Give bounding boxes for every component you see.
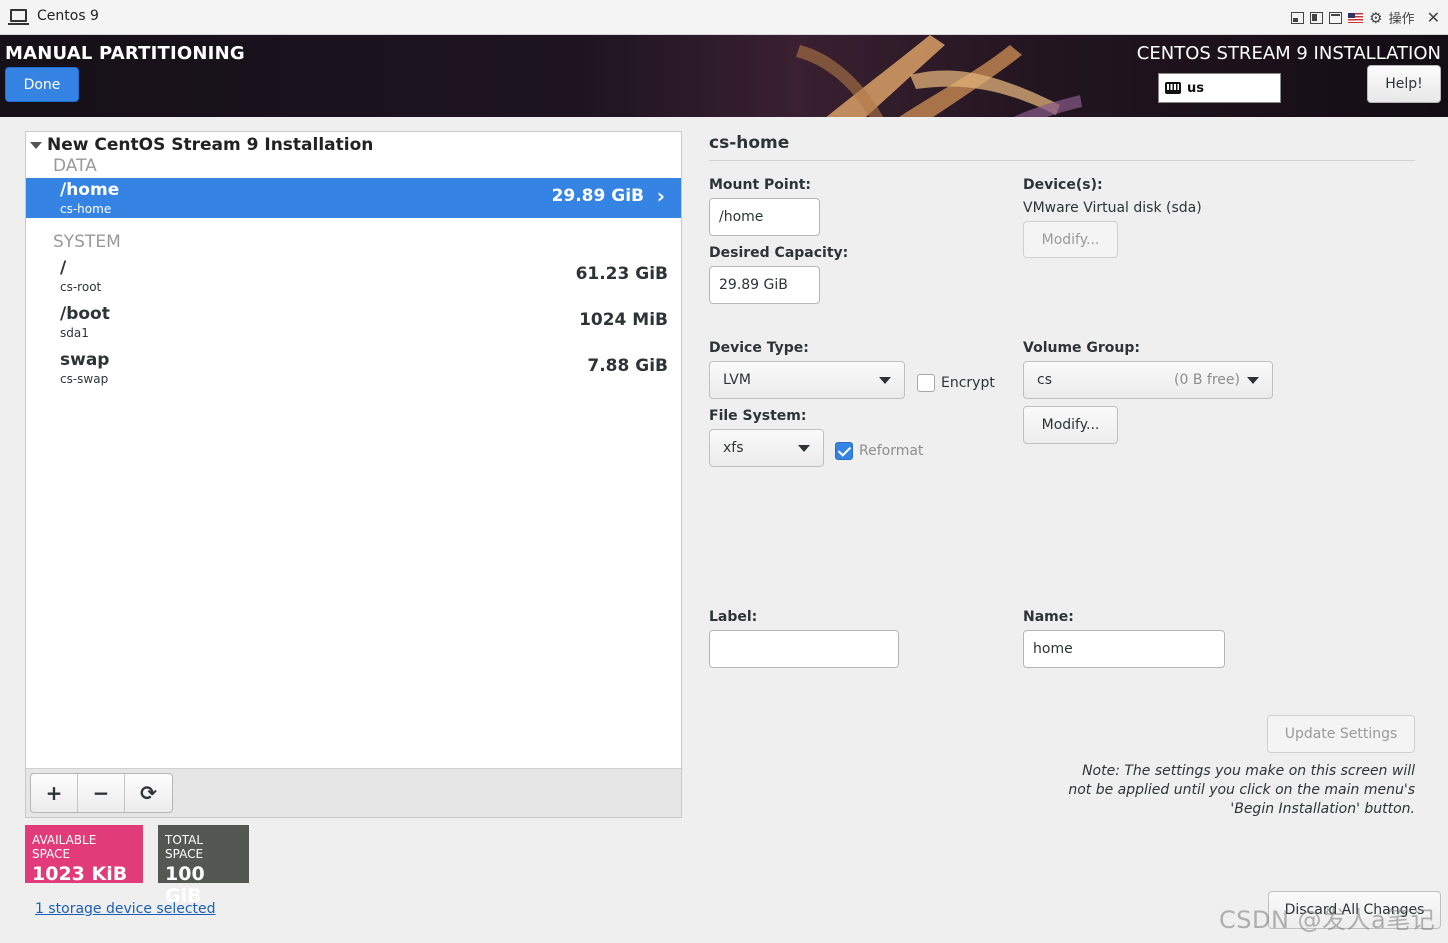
mount-point-size: 1024 MiB: [579, 310, 668, 330]
available-space-label: AVAILABLE SPACE: [32, 833, 97, 861]
dropdown-arrow-icon: [879, 377, 891, 384]
keyboard-layout-label: us: [1187, 80, 1204, 96]
mount-point-row-boot[interactable]: /boot sda1 1024 MiB: [26, 302, 681, 342]
mount-point-row-swap[interactable]: swap cs-swap 7.88 GiB: [26, 348, 681, 388]
mount-point-label: Mount Point:: [709, 177, 811, 193]
watermark: CSDN @发人a笔记: [1219, 906, 1436, 934]
volume-group-value: cs: [1037, 372, 1052, 388]
available-space-value: 1023 KiB: [32, 863, 128, 885]
add-mount-point-button[interactable]: +: [31, 774, 78, 812]
desired-capacity-field[interactable]: 29.89 GiB: [709, 266, 820, 304]
mount-point-device: cs-root: [60, 280, 102, 294]
mount-point-size: 7.88 GiB: [587, 356, 668, 376]
banner-artwork: [796, 35, 1082, 117]
checkbox-unchecked-icon[interactable]: [917, 374, 935, 392]
update-settings-button[interactable]: Update Settings: [1267, 715, 1415, 753]
section-label-system: SYSTEM: [53, 232, 121, 252]
actions-menu[interactable]: 操作: [1389, 8, 1415, 27]
devices-value: VMware Virtual disk (sda): [1023, 200, 1202, 216]
help-button[interactable]: Help!: [1367, 65, 1441, 103]
window-tools: ⚙ 操作 ✕: [1291, 8, 1440, 27]
partition-tool-group: + − ⟳: [30, 773, 173, 813]
available-space-badge: AVAILABLE SPACE 1023 KiB: [25, 825, 143, 885]
flag-icon[interactable]: [1348, 12, 1364, 23]
refresh-icon[interactable]: ⟳: [125, 774, 172, 812]
expander-triangle-icon[interactable]: [30, 141, 42, 149]
file-system-label: File System:: [709, 408, 807, 424]
partition-toolbar: + − ⟳: [26, 768, 681, 817]
mount-point-field[interactable]: /home: [709, 198, 820, 236]
monitor-icon: [8, 9, 29, 25]
gear-icon[interactable]: ⚙: [1369, 9, 1382, 27]
divider: [709, 160, 1415, 161]
dropdown-arrow-icon: [1247, 377, 1259, 384]
encrypt-label: Encrypt: [941, 375, 995, 391]
chevron-right-icon: ›: [656, 184, 665, 208]
mount-point-size: 61.23 GiB: [575, 264, 668, 284]
mount-point-name: /: [60, 258, 67, 278]
selected-device-title: cs-home: [709, 133, 790, 153]
thumbnail-icon[interactable]: [1291, 11, 1305, 24]
file-system-select[interactable]: xfs: [709, 429, 824, 467]
checkbox-checked-icon[interactable]: [835, 442, 853, 460]
mount-point-device: cs-home: [60, 202, 112, 216]
mount-point-size: 29.89 GiB: [551, 186, 644, 206]
devices-label: Device(s):: [1023, 177, 1103, 193]
settings-note: Note: The settings you make on this scre…: [1068, 763, 1415, 817]
name-field[interactable]: home: [1023, 630, 1225, 668]
split-view-icon[interactable]: [1310, 11, 1324, 24]
storage-device-link[interactable]: 1 storage device selected: [35, 901, 216, 917]
modify-volume-group-button[interactable]: Modify...: [1023, 406, 1118, 444]
mount-point-row-root[interactable]: / cs-root 61.23 GiB: [26, 256, 681, 296]
partition-list-panel: New CentOS Stream 9 Installation DATA /h…: [25, 131, 682, 818]
window-title: Centos 9: [37, 8, 99, 24]
done-button[interactable]: Done: [5, 67, 79, 102]
volume-group-select[interactable]: cs (0 B free): [1023, 361, 1273, 399]
window-titlebar: Centos 9 ⚙ 操作 ✕: [0, 0, 1448, 35]
close-icon[interactable]: ✕: [1427, 8, 1440, 27]
window-mode-icon[interactable]: [1329, 11, 1343, 24]
device-type-label: Device Type:: [709, 340, 809, 356]
section-label-data: DATA: [53, 156, 97, 176]
installation-name: New CentOS Stream 9 Installation: [47, 135, 374, 155]
total-space-badge: TOTAL SPACE 100 GiB: [158, 825, 249, 907]
keyboard-layout-indicator[interactable]: us: [1158, 73, 1281, 103]
screen-title: MANUAL PARTITIONING: [5, 43, 245, 64]
modify-devices-button[interactable]: Modify...: [1023, 221, 1118, 258]
header-banner: MANUAL PARTITIONING Done CENTOS STREAM 9…: [0, 35, 1448, 117]
file-system-value: xfs: [723, 440, 744, 456]
mount-point-name: /boot: [60, 304, 110, 324]
label-field-label: Label:: [709, 609, 758, 625]
mount-point-device: sda1: [60, 326, 89, 340]
keyboard-icon: [1165, 82, 1181, 94]
reformat-checkbox[interactable]: Reformat: [835, 442, 923, 460]
remove-mount-point-button[interactable]: −: [78, 774, 125, 812]
device-type-select[interactable]: LVM: [709, 361, 905, 399]
reformat-label: Reformat: [859, 443, 924, 459]
volume-group-free: (0 B free): [1174, 372, 1240, 388]
installation-expander[interactable]: New CentOS Stream 9 Installation: [30, 135, 373, 155]
dropdown-arrow-icon: [798, 445, 810, 452]
label-field[interactable]: [709, 630, 899, 668]
mount-point-row-home[interactable]: /home cs-home 29.89 GiB ›: [26, 178, 681, 218]
mount-point-name: /home: [60, 180, 120, 200]
volume-group-label: Volume Group:: [1023, 340, 1141, 356]
device-type-value: LVM: [723, 372, 751, 388]
name-field-label: Name:: [1023, 609, 1074, 625]
total-space-label: TOTAL SPACE: [165, 833, 204, 861]
mount-point-device: cs-swap: [60, 372, 109, 386]
mount-point-name: swap: [60, 350, 110, 370]
desired-capacity-label: Desired Capacity:: [709, 245, 849, 261]
encrypt-checkbox[interactable]: Encrypt: [917, 374, 995, 392]
product-title: CENTOS STREAM 9 INSTALLATION: [1136, 43, 1441, 64]
